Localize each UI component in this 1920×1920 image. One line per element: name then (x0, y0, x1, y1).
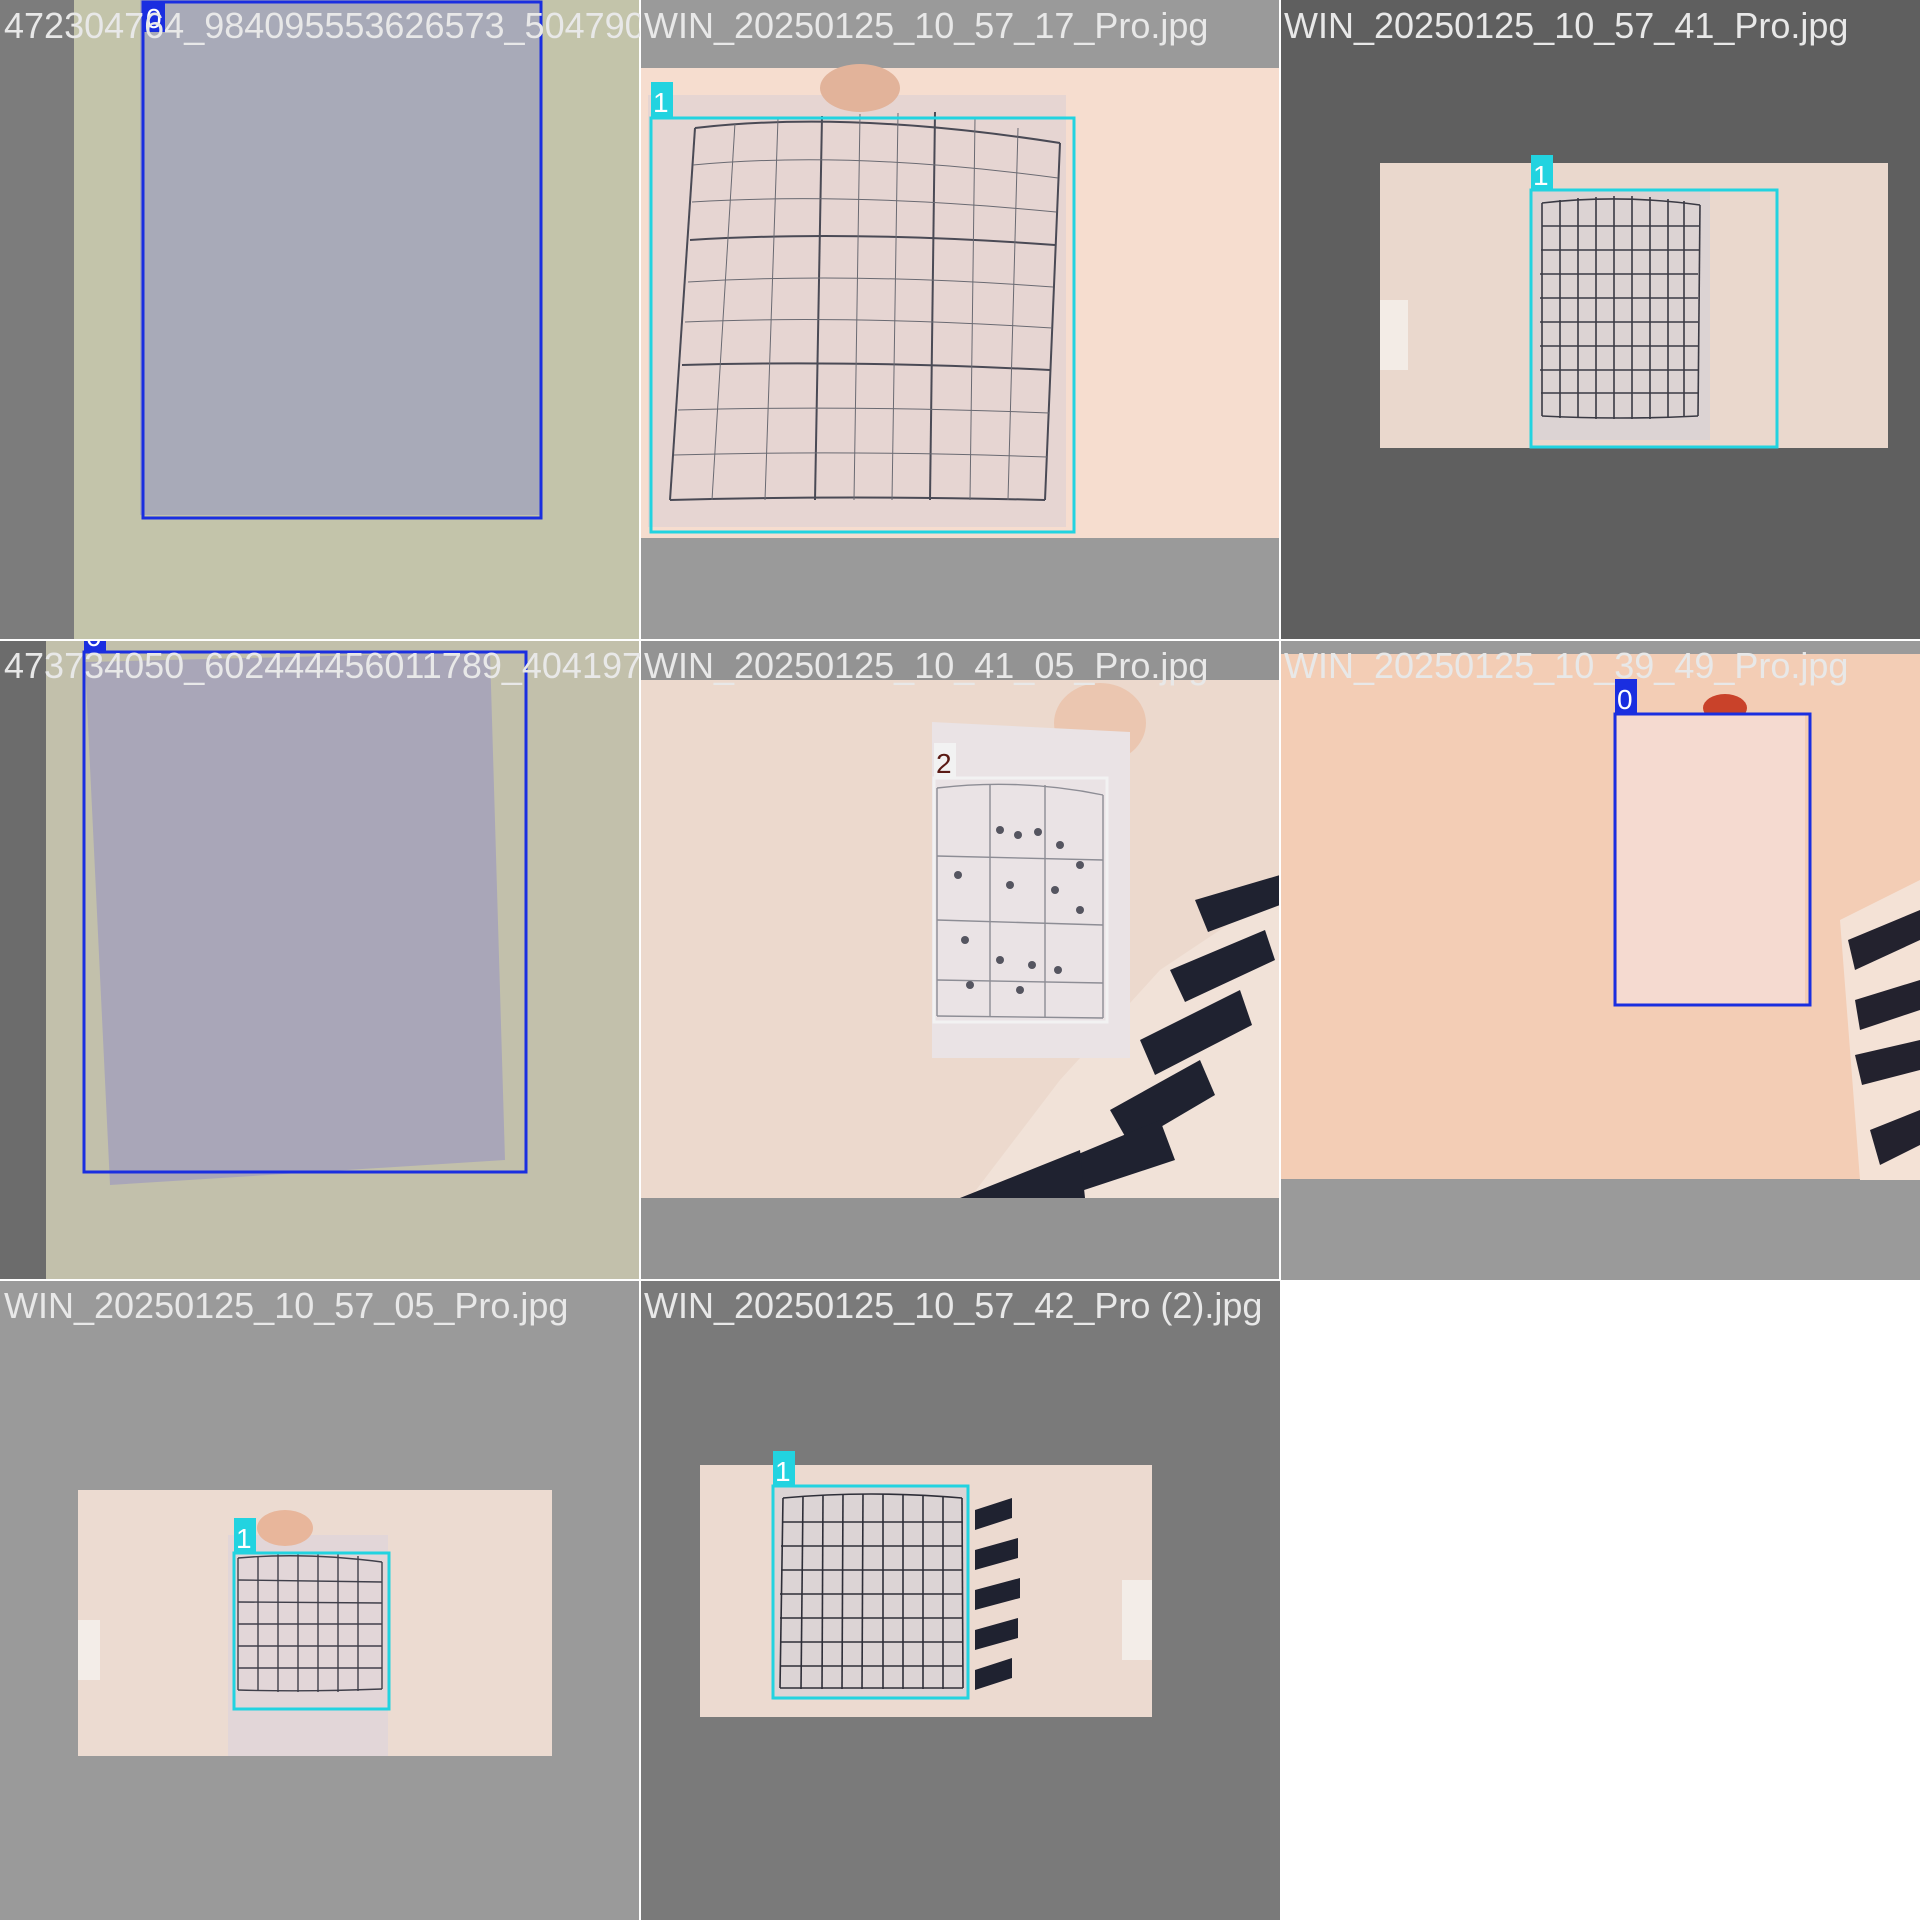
tile-3-image: 1 (1280, 0, 1920, 640)
detection-mosaic: 0 472304764_984095553626573_504790652298… (0, 0, 1920, 1920)
tile-7-image: 1 (0, 1280, 640, 1920)
tile-filename: WIN_20250125_10_41_05_Pro.jpg (644, 645, 1209, 686)
tile-4-image: 0 (0, 640, 640, 1280)
tile-5-image: 2 (640, 640, 1280, 1280)
grid-divider (0, 1279, 1280, 1281)
tile-filename: 473734050_602444456011789_4041975439825 (4, 645, 640, 686)
tile-filename: WIN_20250125_10_57_41_Pro.jpg (1284, 5, 1849, 46)
box-label: 1 (775, 1456, 791, 1487)
box-label: 0 (1617, 684, 1633, 715)
tile-filename: WIN_20250125_10_57_17_Pro.jpg (644, 5, 1209, 46)
tile-1: 0 472304764_984095553626573_504790652298… (0, 0, 640, 640)
tile-filename: WIN_20250125_10_57_05_Pro.jpg (4, 1285, 569, 1326)
tile-3: 1 WIN_20250125_10_57_41_Pro.jpg (1280, 0, 1920, 640)
tile-filename: WIN_20250125_10_57_42_Pro (2).jpg (644, 1285, 1263, 1326)
tile-2: 1 WIN_20250125_10_57_17_Pro.jpg (640, 0, 1280, 640)
box-label: 2 (936, 748, 952, 779)
box-label: 1 (236, 1523, 252, 1554)
tile-2-image: 1 (640, 0, 1280, 640)
tile-6: 0 WIN_20250125_10_39_49_Pro.jpg (1280, 640, 1920, 1280)
grid-divider (0, 639, 1920, 641)
tile-6-image: 0 (1280, 640, 1920, 1280)
tile-8-image: 1 (640, 1280, 1280, 1920)
grid-divider (639, 0, 641, 1920)
tile-5: 2 WIN_20250125_10_41_05_Pro.jpg (640, 640, 1280, 1280)
tile-1-image: 0 (0, 0, 640, 640)
tile-8: 1 WIN_20250125_10_57_42_Pro (2).jpg (640, 1280, 1280, 1920)
box-label: 1 (1533, 160, 1549, 191)
tile-filename: 472304764_984095553626573_5047906522985 (4, 5, 640, 46)
tile-4: 0 473734050_602444456011789_404197543982… (0, 640, 640, 1280)
tile-7: 1 WIN_20250125_10_57_05_Pro.jpg (0, 1280, 640, 1920)
box-label: 1 (653, 87, 669, 118)
tile-filename: WIN_20250125_10_39_49_Pro.jpg (1284, 645, 1849, 686)
